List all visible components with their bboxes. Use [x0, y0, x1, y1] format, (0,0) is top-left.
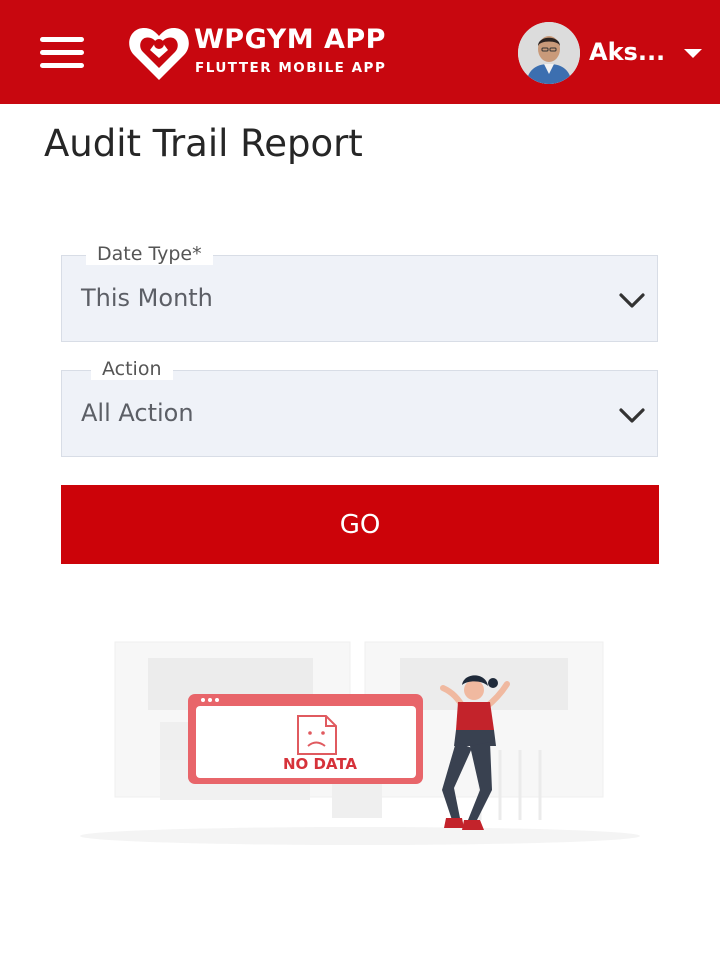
date-type-label: Date Type* — [86, 243, 213, 265]
avatar[interactable] — [518, 22, 580, 84]
user-name[interactable]: Aks... — [589, 38, 665, 66]
caret-down-icon[interactable] — [684, 49, 702, 58]
app-logo: WPGYM APP FLUTTER MOBILE APP — [128, 22, 398, 84]
chevron-down-icon[interactable] — [618, 407, 646, 425]
action-select[interactable]: Action All Action — [61, 358, 658, 457]
go-button[interactable]: GO — [61, 485, 659, 564]
date-type-value[interactable]: This Month — [81, 284, 213, 312]
hamburger-menu-icon[interactable] — [40, 35, 84, 69]
logo-title: WPGYM APP — [194, 24, 386, 55]
logo-subtitle: FLUTTER MOBILE APP — [195, 60, 387, 76]
date-type-select[interactable]: Date Type* This Month — [61, 243, 658, 342]
no-data-illustration: NO DATA — [80, 641, 640, 845]
action-value[interactable]: All Action — [81, 399, 194, 427]
heart-logo-icon — [129, 27, 189, 80]
no-data-text: NO DATA — [283, 755, 357, 773]
page-title: Audit Trail Report — [44, 122, 363, 165]
app-header: WPGYM APP FLUTTER MOBILE APP Aks... — [0, 0, 720, 104]
user-photo — [518, 22, 580, 84]
action-label: Action — [91, 358, 173, 380]
chevron-down-icon[interactable] — [618, 292, 646, 310]
go-button-label: GO — [339, 510, 381, 540]
user-menu[interactable]: Aks... — [518, 22, 708, 84]
